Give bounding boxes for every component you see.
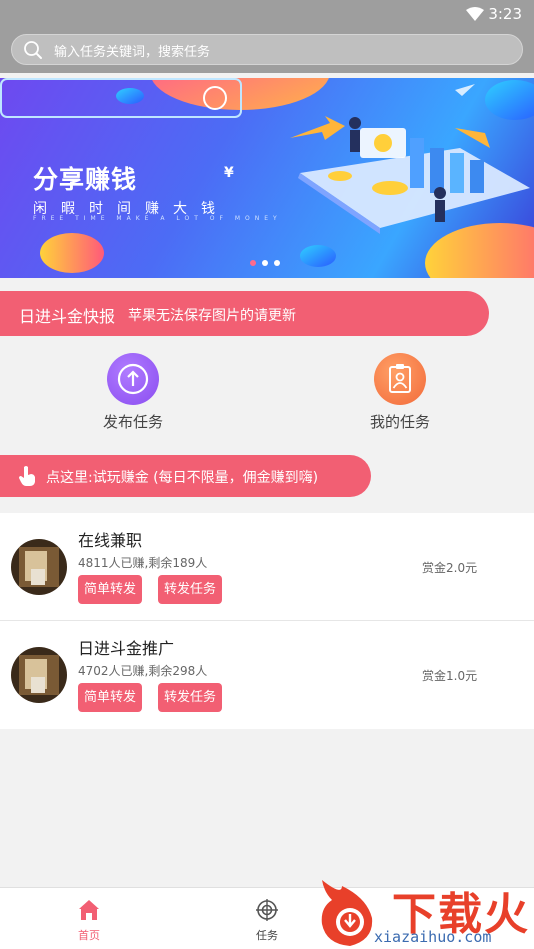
- task-row[interactable]: 日进斗金推广 4702人已赚,剩余298人 简单转发 转发任务 赏金1.0元: [0, 621, 534, 729]
- tab-home[interactable]: 首页: [59, 898, 119, 943]
- task-reward: 赏金1.0元: [422, 669, 478, 683]
- my-tasks-label: 我的任务: [369, 413, 430, 431]
- task-stat: 4702人已赚,剩余298人: [78, 664, 208, 678]
- task-tag-simple-share[interactable]: 简单转发: [78, 683, 143, 712]
- pager-dot[interactable]: [250, 260, 256, 266]
- banner-title-frame: [0, 78, 242, 118]
- watermark-url: xiazaihuo.com: [374, 928, 492, 946]
- pager-dot[interactable]: [262, 260, 268, 266]
- wifi-icon: [466, 7, 484, 21]
- yen-icon: ¥: [224, 165, 234, 181]
- search-placeholder: 输入任务关键词，搜索任务: [54, 45, 211, 60]
- banner-subtitle-en: FREE TIME MAKE A LOT OF MONEY: [33, 215, 282, 222]
- publish-task-label: 发布任务: [102, 413, 163, 431]
- search-icon: [24, 41, 42, 59]
- news-title: 日进斗金快报: [19, 307, 116, 326]
- task-name: 日进斗金推广: [78, 639, 175, 658]
- clipboard-user-icon: [374, 353, 426, 405]
- task-row[interactable]: 在线兼职 4811人已赚,剩余189人 简单转发 转发任务 赏金2.0元: [0, 513, 534, 621]
- avatar: [11, 539, 67, 595]
- status-time: 3:23: [488, 5, 522, 23]
- tab-home-label: 首页: [78, 929, 100, 942]
- pager-dot[interactable]: [274, 260, 280, 266]
- watermark: 下载火 xiazaihuo.com: [312, 878, 534, 949]
- task-reward: 赏金2.0元: [422, 561, 478, 575]
- upload-icon: [107, 353, 159, 405]
- banner-pager: [250, 260, 280, 266]
- news-text: 苹果无法保存图片的请更新: [128, 308, 296, 324]
- tab-tasks[interactable]: 任务: [237, 898, 297, 943]
- status-bar: 3:23: [0, 0, 534, 27]
- my-tasks-button[interactable]: 我的任务: [340, 353, 460, 438]
- banner-title: 分享赚钱: [33, 165, 138, 194]
- home-icon: [79, 900, 99, 920]
- publish-task-button[interactable]: 发布任务: [73, 353, 193, 438]
- promo-banner[interactable]: 分享赚钱 ¥ 闲暇时间赚大钱 FREE TIME MAKE A LOT OF M…: [0, 78, 534, 278]
- try-play-banner[interactable]: 点这里:试玩赚金 (每日不限量，佣金赚到嗨): [0, 455, 371, 497]
- try-play-text: 点这里:试玩赚金 (每日不限量，佣金赚到嗨): [46, 470, 319, 486]
- task-list: 在线兼职 4811人已赚,剩余189人 简单转发 转发任务 赏金2.0元 日进斗…: [0, 513, 534, 729]
- task-tag-share-task[interactable]: 转发任务: [158, 683, 223, 712]
- task-stat: 4811人已赚,剩余189人: [78, 556, 208, 570]
- avatar: [11, 647, 67, 703]
- search-input[interactable]: 输入任务关键词，搜索任务: [11, 34, 523, 65]
- news-ticker[interactable]: 日进斗金快报 苹果无法保存图片的请更新: [0, 291, 489, 336]
- tab-tasks-label: 任务: [256, 929, 278, 942]
- target-icon: [256, 899, 278, 921]
- search-header: 输入任务关键词，搜索任务: [0, 27, 534, 73]
- hand-pointer-icon: [19, 466, 35, 486]
- task-name: 在线兼职: [78, 531, 143, 550]
- task-tag-simple-share[interactable]: 简单转发: [78, 575, 143, 604]
- task-tag-share-task[interactable]: 转发任务: [158, 575, 223, 604]
